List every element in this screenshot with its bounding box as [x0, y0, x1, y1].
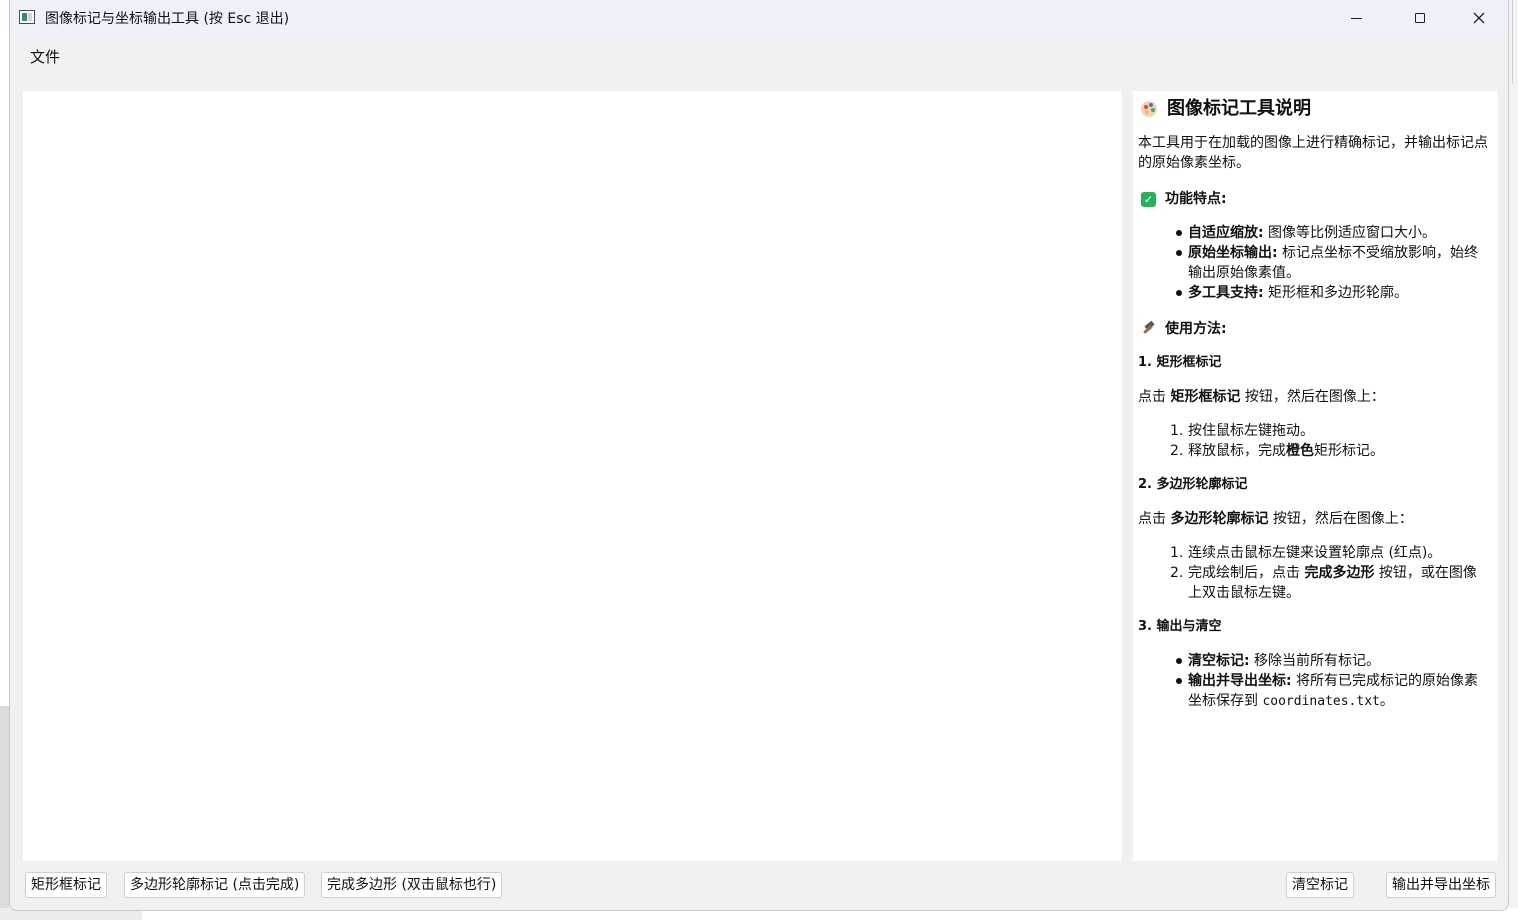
rect-intro: 点击 矩形框标记 按钮，然后在图像上： — [1138, 387, 1488, 407]
minimize-button[interactable] — [1327, 0, 1385, 36]
close-button[interactable] — [1450, 0, 1508, 36]
image-canvas[interactable] — [23, 91, 1122, 861]
text: 按钮，然后在图像上： — [1240, 389, 1385, 405]
window-title: 图像标记与坐标输出工具 (按 Esc 退出) — [45, 11, 290, 27]
step-text: 释放鼠标，完成 — [1188, 443, 1286, 459]
hammer-icon — [1141, 320, 1157, 337]
doc-title-text: 图像标记工具说明 — [1167, 98, 1311, 119]
close-icon — [1473, 12, 1485, 24]
bold-text: 矩形框标记 — [1170, 389, 1241, 405]
instructions-panel: 图像标记工具说明 本工具用于在加载的图像上进行精确标记，并输出标记点的原始像素坐… — [1133, 91, 1498, 861]
list-item: 2. 完成绘制后，点击 完成多边形 按钮，或在图像上双击鼠标左键。 — [1170, 563, 1488, 603]
step-text: 连续点击鼠标左键来设置轮廓点 (红点)。 — [1188, 545, 1442, 561]
menu-bar: 文件 — [10, 36, 1508, 74]
doc-intro: 本工具用于在加载的图像上进行精确标记，并输出标记点的原始像素坐标。 — [1138, 135, 1488, 171]
bold-text: 橙色 — [1286, 443, 1314, 459]
usage-heading-text: 使用方法: — [1165, 321, 1227, 337]
app-window: 图像标记与坐标输出工具 (按 Esc 退出) 文件 图像标记工具说明 本工具用于… — [9, 0, 1509, 911]
export-coordinates-button[interactable]: 输出并导出坐标 — [1386, 872, 1496, 898]
output-list: 清空标记: 移除当前所有标记。 输出并导出坐标: 将所有已完成标记的原始像素坐标… — [1138, 651, 1488, 712]
feature-label: 自适应缩放: — [1188, 225, 1264, 241]
step-text: 完成绘制后，点击 — [1188, 565, 1305, 581]
output-heading: 3. 输出与清空 — [1138, 619, 1222, 634]
features-heading: ✓ 功能特点: — [1138, 189, 1488, 209]
polygon-mark-button[interactable]: 多边形轮廓标记 (点击完成) — [124, 872, 306, 898]
rect-steps: 1. 按住鼠标左键拖动。 2. 释放鼠标，完成橙色矩形标记。 — [1138, 421, 1488, 461]
feature-label: 原始坐标输出: — [1188, 245, 1278, 261]
step-number: 1. — [1170, 423, 1184, 439]
bold-text: 多边形轮廓标记 — [1170, 511, 1269, 527]
rect-heading: 1. 矩形框标记 — [1138, 355, 1222, 370]
list-item: 1. 连续点击鼠标左键来设置轮廓点 (红点)。 — [1170, 543, 1488, 563]
list-item: 输出并导出坐标: 将所有已完成标记的原始像素坐标保存到 coordinates.… — [1176, 671, 1488, 712]
checkmark-icon: ✓ — [1141, 191, 1156, 207]
list-item: 原始坐标输出: 标记点坐标不受缩放影响，始终输出原始像素值。 — [1176, 243, 1488, 283]
step-number: 2. — [1170, 443, 1184, 459]
step-text: 按住鼠标左键拖动。 — [1188, 423, 1314, 439]
poly-steps: 1. 连续点击鼠标左键来设置轮廓点 (红点)。 2. 完成绘制后，点击 完成多边形 … — [1138, 543, 1488, 603]
step-text: 矩形标记。 — [1314, 443, 1384, 459]
rect-mark-button[interactable]: 矩形框标记 — [25, 872, 107, 898]
output-text: 。 — [1379, 693, 1394, 709]
maximize-icon — [1415, 13, 1425, 23]
palette-icon — [1141, 101, 1157, 117]
text: 点击 — [1138, 389, 1171, 405]
feature-label: 多工具支持: — [1188, 285, 1264, 301]
title-bar[interactable]: 图像标记与坐标输出工具 (按 Esc 退出) — [10, 0, 1508, 36]
output-label: 清空标记: — [1188, 653, 1250, 669]
list-item: 2. 释放鼠标，完成橙色矩形标记。 — [1170, 441, 1488, 461]
list-item: 清空标记: 移除当前所有标记。 — [1176, 651, 1488, 671]
text: 按钮，然后在图像上： — [1268, 511, 1413, 527]
bottom-toolbar: 矩形框标记 多边形轮廓标记 (点击完成) 完成多边形 (双击鼠标也行) 清空标记… — [10, 866, 1508, 906]
poly-heading: 2. 多边形轮廓标记 — [1138, 477, 1248, 492]
clear-marks-button[interactable]: 清空标记 — [1286, 872, 1354, 898]
list-item: 多工具支持: 矩形框和多边形轮廓。 — [1176, 283, 1488, 303]
doc-title: 图像标记工具说明 — [1138, 97, 1488, 121]
filename-code: coordinates.txt — [1262, 694, 1380, 709]
app-icon — [19, 10, 35, 24]
output-label: 输出并导出坐标: — [1188, 673, 1292, 689]
bold-text: 完成多边形 — [1304, 565, 1375, 581]
text: 点击 — [1138, 511, 1171, 527]
features-list: 自适应缩放: 图像等比例适应窗口大小。 原始坐标输出: 标记点坐标不受缩放影响，… — [1138, 223, 1488, 303]
feature-text: 矩形框和多边形轮廓。 — [1263, 285, 1409, 301]
step-number: 2. — [1170, 565, 1184, 581]
usage-heading: 使用方法: — [1138, 319, 1488, 339]
desktop-background — [1509, 0, 1518, 920]
feature-text: 图像等比例适应窗口大小。 — [1263, 225, 1437, 241]
list-item: 自适应缩放: 图像等比例适应窗口大小。 — [1176, 223, 1488, 243]
list-item: 1. 按住鼠标左键拖动。 — [1170, 421, 1488, 441]
menu-file[interactable]: 文件 — [22, 44, 68, 69]
step-number: 1. — [1170, 545, 1184, 561]
minimize-icon — [1350, 17, 1362, 19]
finish-polygon-button[interactable]: 完成多边形 (双击鼠标也行) — [321, 872, 503, 898]
maximize-button[interactable] — [1391, 0, 1449, 36]
poly-intro: 点击 多边形轮廓标记 按钮，然后在图像上： — [1138, 509, 1488, 529]
output-text: 移除当前所有标记。 — [1249, 653, 1381, 669]
features-heading-text: 功能特点: — [1165, 191, 1227, 207]
desktop-background-left — [0, 706, 9, 920]
